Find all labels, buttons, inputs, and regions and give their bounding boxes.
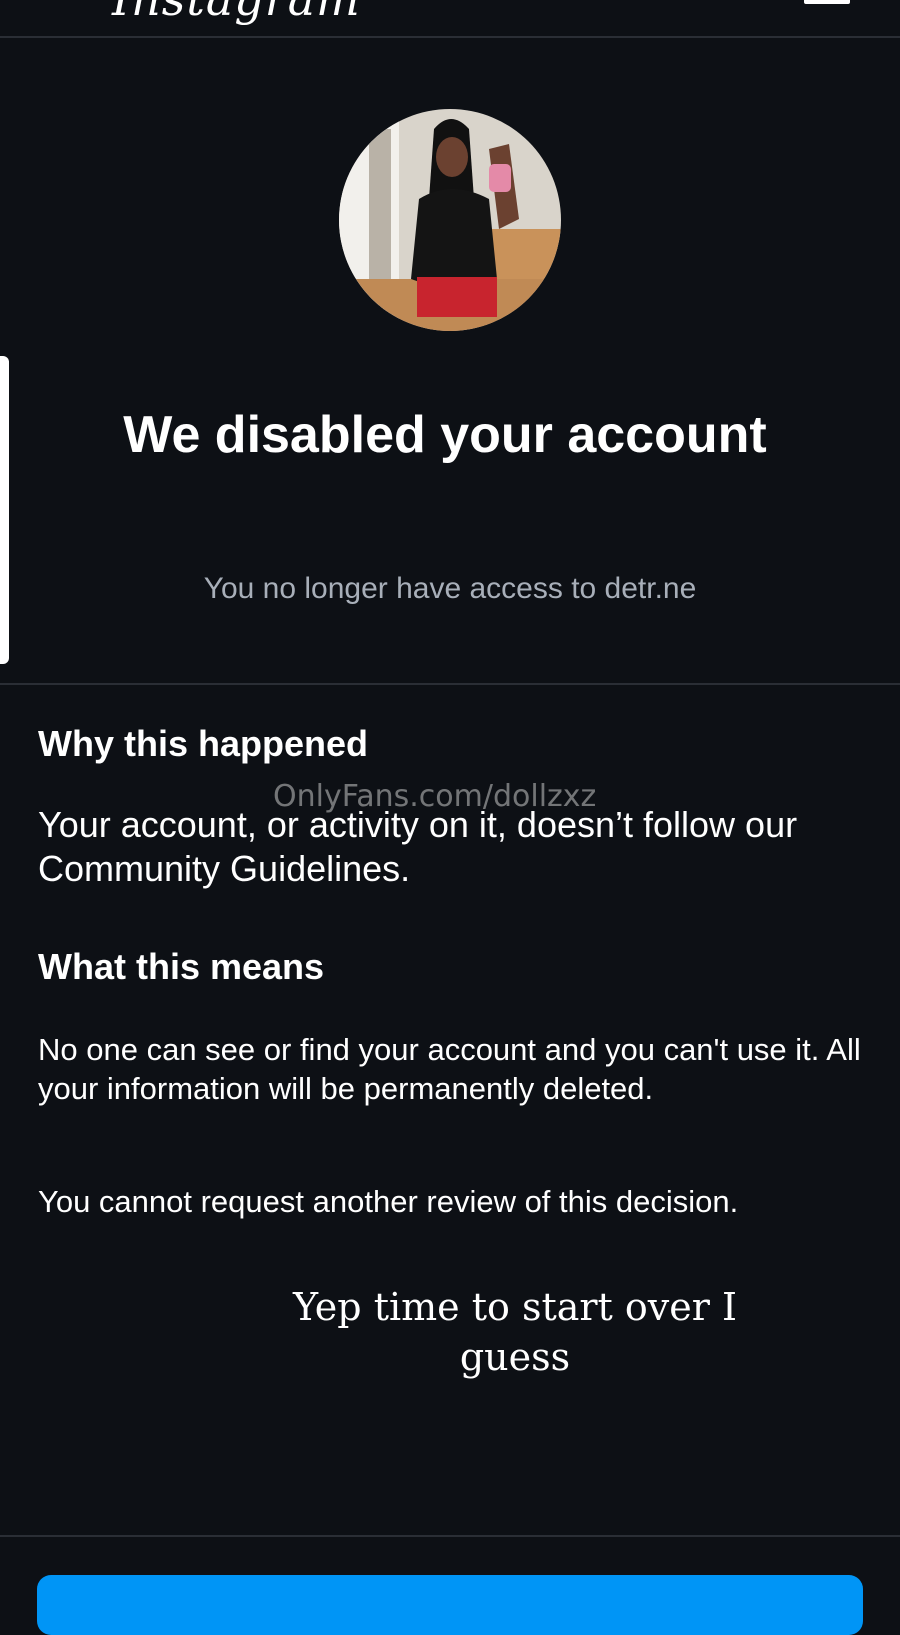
- instagram-logo[interactable]: Instagram: [112, 0, 361, 26]
- means-section-body: No one can see or find your account and …: [38, 1032, 861, 1106]
- means-section-title: What this means: [38, 946, 325, 987]
- page-title: We disabled your account: [123, 406, 767, 464]
- why-section-body: Your account, or activity on it, doesn’t…: [38, 804, 798, 889]
- side-drawer-handle[interactable]: [0, 356, 9, 664]
- story-caption: Yep time to start over I guess: [293, 1285, 737, 1379]
- watermark-text: OnlyFans.com/dollzxz: [273, 779, 597, 814]
- section-divider: [0, 683, 900, 685]
- hamburger-menu-icon[interactable]: [804, 0, 850, 4]
- profile-avatar: [339, 109, 561, 331]
- review-note: You cannot request another review of thi…: [38, 1184, 739, 1219]
- footer-divider: [0, 1535, 900, 1537]
- primary-action-button[interactable]: [37, 1575, 863, 1635]
- profile-photo-icon: [339, 109, 561, 331]
- page-subtitle: You no longer have access to detr.ne: [203, 572, 697, 605]
- top-bar: Instagram: [0, 0, 900, 38]
- why-section-title: Why this happened: [38, 723, 369, 764]
